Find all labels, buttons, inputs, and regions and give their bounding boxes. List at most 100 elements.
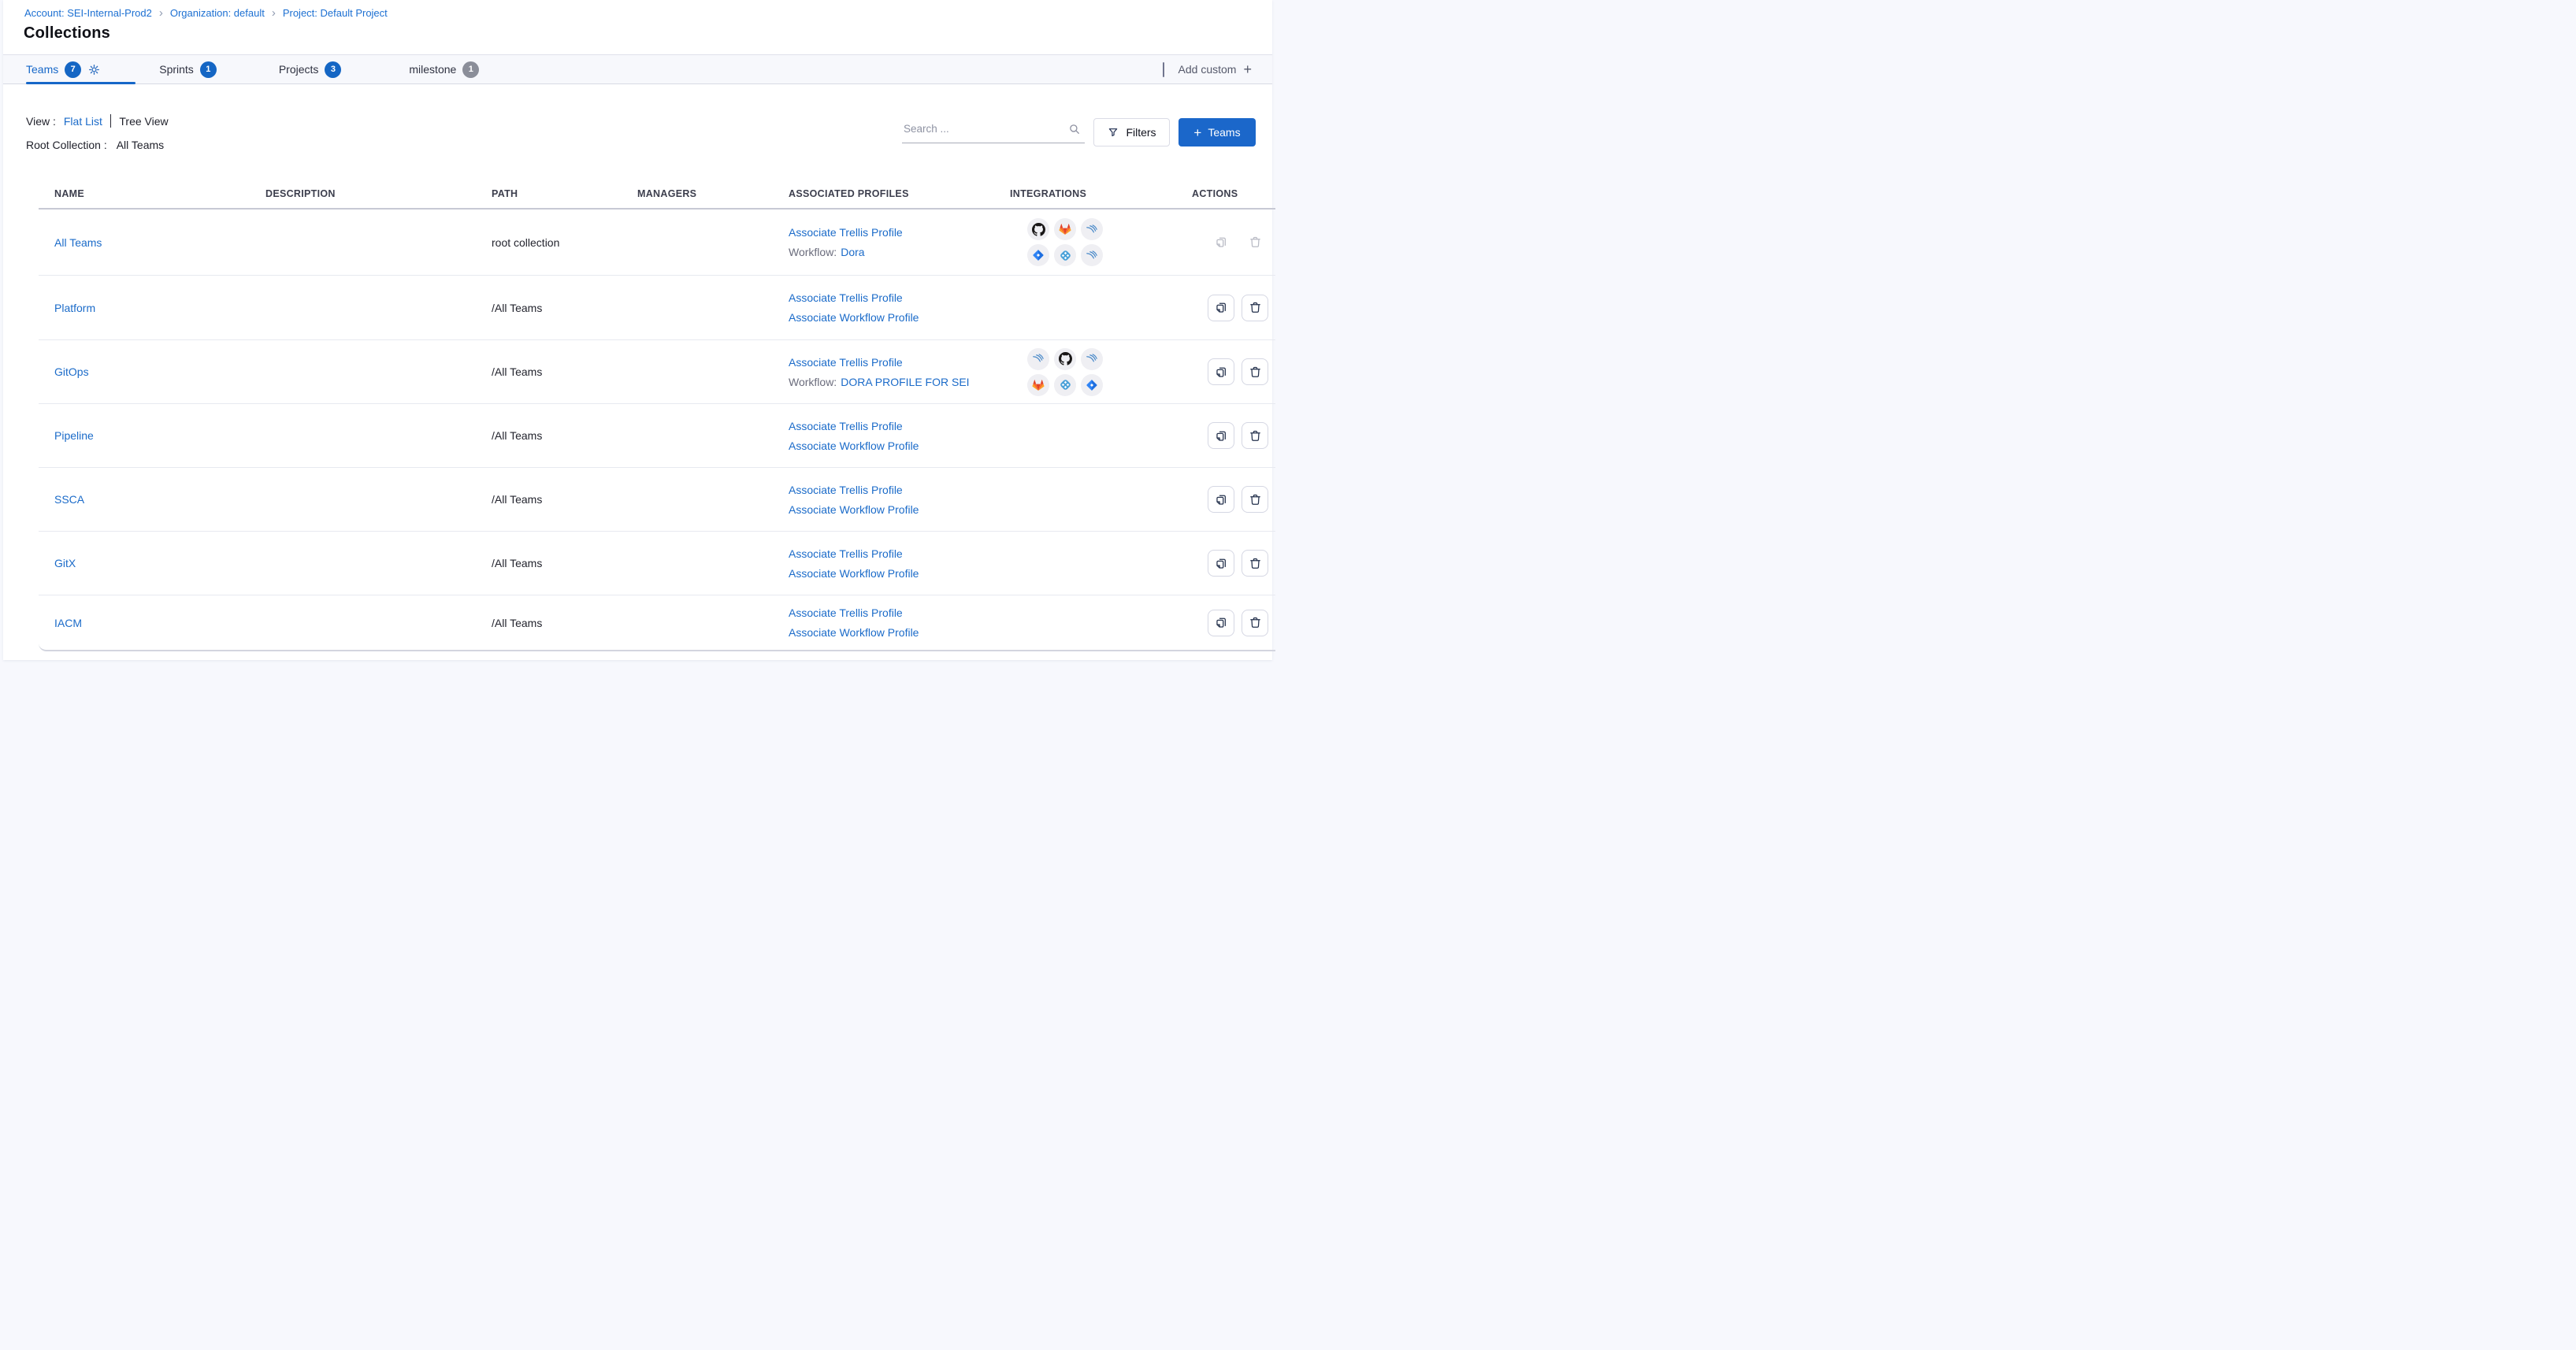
path-cell: /All Teams [492,557,637,569]
copy-button[interactable] [1208,550,1234,577]
add-teams-label: Teams [1208,126,1240,139]
search-input[interactable] [902,123,1067,138]
column-header-description: DESCRIPTION [265,188,492,199]
column-header-integrations: INTEGRATIONS [1010,188,1192,199]
swoosh-icon [1081,218,1103,240]
copy-button[interactable] [1208,422,1234,449]
collection-name-link[interactable]: GitOps [54,365,89,378]
copy-button[interactable] [1208,295,1234,321]
breadcrumb-organization-link[interactable]: Organization: default [170,7,265,19]
root-collection-value: All Teams [117,139,164,151]
delete-button[interactable] [1242,550,1268,577]
workflow-label: Workflow: [789,246,837,258]
flat-list-toggle[interactable]: Flat List [64,115,102,128]
delete-button[interactable] [1242,295,1268,321]
associate-workflow-profile-link[interactable]: Associate Workflow Profile [789,311,1010,324]
path-value: /All Teams [492,617,542,629]
associate-workflow-profile-link[interactable]: Associate Workflow Profile [789,567,1010,580]
collection-name-link[interactable]: Platform [54,302,95,314]
associated-profiles-cell: Associate Trellis Profile Associate Workf… [789,484,1010,516]
delete-button[interactable] [1242,358,1268,385]
swoosh-icon [1081,244,1103,266]
delete-button[interactable] [1242,422,1268,449]
associate-workflow-profile-link[interactable]: Associate Workflow Profile [789,626,1010,639]
filters-button[interactable]: Filters [1093,118,1170,146]
collection-name-link[interactable]: Pipeline [54,429,94,442]
delete-button[interactable] [1242,486,1268,513]
jira-icon [1027,244,1049,266]
breadcrumb-account-link[interactable]: Account: SEI-Internal-Prod2 [24,7,152,19]
view-divider [110,114,112,128]
plus-icon: + [1193,126,1201,139]
breadcrumb-project-link[interactable]: Project: Default Project [283,7,388,19]
search-field [902,118,1085,143]
integrations-cell [1010,348,1192,396]
associate-workflow-profile-link[interactable]: Associate Workflow Profile [789,503,1010,516]
collection-name-link[interactable]: GitX [54,557,76,569]
copy-button[interactable] [1208,610,1234,636]
jira-icon [1081,374,1103,396]
github-icon [1054,348,1076,370]
path-cell: /All Teams [492,429,637,442]
tab-teams-count-badge: 7 [65,61,81,78]
associate-trellis-profile-link[interactable]: Associate Trellis Profile [789,356,1010,369]
integration-icon-row [1027,348,1192,370]
view-label: View : [26,115,56,128]
integration-icon-row [1027,244,1192,266]
actions-cell [1192,295,1275,321]
copy-button[interactable] [1208,358,1234,385]
funnel-icon [1107,126,1119,139]
table-header-row: NAMEDESCRIPTIONPATHMANAGERSASSOCIATED PR… [39,180,1275,210]
path-value: /All Teams [492,493,542,506]
copy-button[interactable] [1208,486,1234,513]
tab-projects-label: Projects [279,63,319,76]
actions-cell [1192,550,1275,577]
breadcrumb: Account: SEI-Internal-Prod2 › Organizati… [24,7,388,19]
add-custom-button[interactable]: Add custom + [1179,62,1252,76]
actions-cell [1192,358,1275,385]
table-row: SSCA/All TeamsAssociate Trellis ProfileA… [39,468,1275,532]
tab-projects-count-badge: 3 [325,61,341,78]
table-row: IACM/All TeamsAssociate Trellis ProfileA… [39,595,1275,650]
active-tab-underline [26,82,135,84]
tab-teams[interactable]: Teams 7 [26,61,101,78]
copy-button [1208,229,1234,256]
tab-milestone[interactable]: milestone 1 [409,61,479,78]
workflow-profile-link[interactable]: DORA PROFILE FOR SEI [841,376,969,388]
column-header-name: NAME [39,188,265,199]
swoosh-icon [1081,348,1103,370]
associated-profiles-cell: Associate Trellis Profile Associate Workf… [789,291,1010,324]
associated-profiles-cell: Associate Trellis Profile Associate Workf… [789,606,1010,639]
associate-trellis-profile-link[interactable]: Associate Trellis Profile [789,606,1010,619]
tab-teams-label: Teams [26,63,58,76]
table-row: All Teamsroot collectionAssociate Trelli… [39,210,1275,276]
associate-trellis-profile-link[interactable]: Associate Trellis Profile [789,226,1010,239]
collection-name-link[interactable]: All Teams [54,236,102,249]
collection-name-link[interactable]: IACM [54,617,82,629]
associate-trellis-profile-link[interactable]: Associate Trellis Profile [789,547,1010,560]
table-row: Pipeline/All Teams Associate Trellis Prof… [39,404,1275,468]
integrations-cell [1010,218,1192,266]
associate-workflow-profile-link[interactable]: Associate Workflow Profile [789,439,1010,452]
workflow-label: Workflow: [789,376,837,388]
add-teams-button[interactable]: + Teams [1179,118,1256,146]
path-value: /All Teams [492,302,542,314]
actions-cell [1192,229,1275,256]
plus-icon: + [1243,62,1252,76]
gear-icon[interactable] [87,63,101,76]
tab-milestone-label: milestone [409,63,456,76]
delete-button[interactable] [1242,610,1268,636]
name-cell: Platform [39,302,265,314]
associate-trellis-profile-link[interactable]: Associate Trellis Profile [789,291,1010,304]
associate-trellis-profile-link[interactable]: Associate Trellis Profile [789,420,1010,432]
workflow-profile-link[interactable]: Dora [841,246,864,258]
collection-name-link[interactable]: SSCA [54,493,84,506]
tree-view-toggle[interactable]: Tree View [119,115,168,128]
associate-trellis-profile-link[interactable]: Associate Trellis Profile [789,484,1010,496]
workflow-line: Workflow: DORA PROFILE FOR SEI [789,376,1010,388]
tab-milestone-count-badge: 1 [462,61,479,78]
tab-sprints[interactable]: Sprints 1 [159,61,217,78]
tab-projects[interactable]: Projects 3 [279,61,342,78]
name-cell: IACM [39,617,265,629]
filters-label: Filters [1126,126,1156,139]
